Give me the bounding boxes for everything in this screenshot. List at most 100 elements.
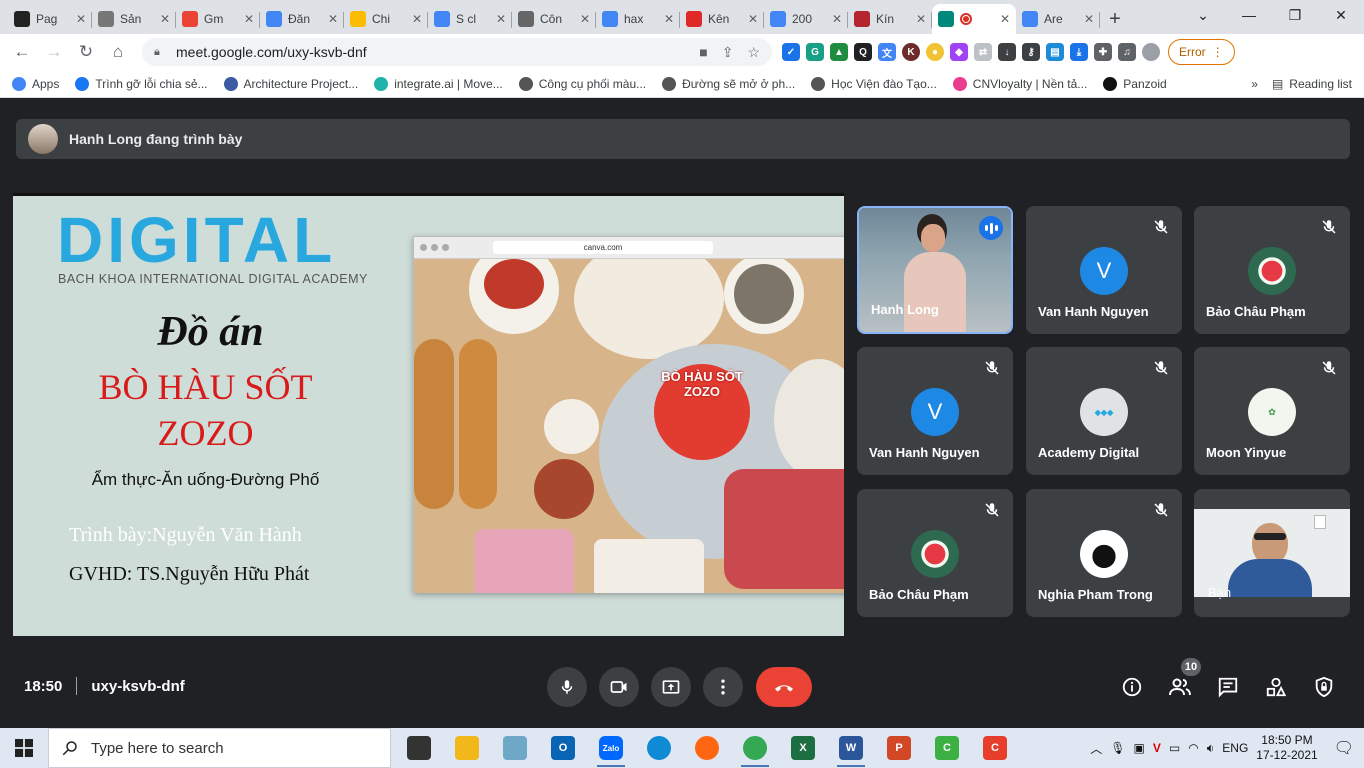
network-status-icon[interactable]: ▣ <box>1134 741 1145 755</box>
taskbar-app[interactable]: X <box>779 728 827 768</box>
tab-search-icon[interactable]: ⌄ <box>1180 0 1226 30</box>
home-button[interactable]: ⌂ <box>102 36 134 68</box>
close-tab-icon[interactable]: ✕ <box>1084 12 1094 26</box>
taskbar-app[interactable] <box>491 728 539 768</box>
extension-gem-icon[interactable]: ◆ <box>950 43 968 61</box>
bookmark-item[interactable]: Học Viện đào Tạo... <box>811 76 937 91</box>
taskbar-search-box[interactable]: Type here to search <box>48 728 391 768</box>
close-tab-icon[interactable]: ✕ <box>664 12 674 26</box>
participant-tile[interactable]: Hanh Long <box>857 206 1013 334</box>
close-tab-icon[interactable]: ✕ <box>832 12 842 26</box>
reading-list-button[interactable]: ▤ Reading list <box>1272 77 1352 91</box>
bookmark-item[interactable]: Đường sẽ mở ở ph... <box>662 76 795 91</box>
browser-tab[interactable]: S cl ✕ <box>428 4 512 34</box>
leave-call-button[interactable] <box>756 667 812 707</box>
browser-tab[interactable]: hax ✕ <box>596 4 680 34</box>
participant-tile[interactable]: Bạn <box>1194 489 1350 617</box>
browser-tab[interactable]: Chi ✕ <box>344 4 428 34</box>
bookmarks-more-button[interactable]: » <box>1251 77 1258 91</box>
extension-check-icon[interactable]: ✓ <box>782 43 800 61</box>
close-tab-icon[interactable]: ✕ <box>1000 12 1010 26</box>
activities-button[interactable] <box>1263 674 1289 700</box>
participant-tile[interactable]: V Van Hanh Nguyen <box>857 347 1013 475</box>
download-icon[interactable]: ↓ <box>998 43 1016 61</box>
close-tab-icon[interactable]: ✕ <box>412 12 422 26</box>
maximize-button[interactable]: ❐ <box>1272 0 1318 30</box>
participant-tile[interactable]: Bảo Châu Phạm <box>1194 206 1350 334</box>
browser-tab[interactable]: Sản ✕ <box>92 4 176 34</box>
browser-tab[interactable]: ✕ <box>932 4 1016 34</box>
host-controls-button[interactable] <box>1311 674 1337 700</box>
extension-search-icon[interactable]: Q <box>854 43 872 61</box>
taskbar-app[interactable] <box>635 728 683 768</box>
bookmark-item[interactable]: Panzoid <box>1103 76 1167 91</box>
back-button[interactable]: ← <box>6 36 38 68</box>
notification-center-icon[interactable]: 🗨︎ <box>1334 738 1354 758</box>
taskbar-app[interactable]: O <box>539 728 587 768</box>
taskbar-app[interactable]: Zalo <box>587 728 635 768</box>
browser-tab[interactable]: Đăn ✕ <box>260 4 344 34</box>
extension-save-icon[interactable]: ⤓ <box>1070 43 1088 61</box>
chat-button[interactable] <box>1215 674 1241 700</box>
bookmark-item[interactable]: Architecture Project... <box>223 76 358 91</box>
browser-tab[interactable]: Pag ✕ <box>8 4 92 34</box>
wifi-icon[interactable]: ◠ <box>1188 741 1198 755</box>
extension-arrows-icon[interactable]: ⇄ <box>974 43 992 61</box>
participant-tile[interactable]: V Van Hanh Nguyen <box>1026 206 1182 334</box>
microphone-tray-icon[interactable]: 🎙︎ <box>1110 741 1125 755</box>
close-tab-icon[interactable]: ✕ <box>76 12 86 26</box>
browser-tab[interactable]: Kên ✕ <box>680 4 764 34</box>
taskbar-clock[interactable]: 18:50 PM 17-12-2021 <box>1256 733 1317 763</box>
participant-tile[interactable]: Bảo Châu Phạm <box>857 489 1013 617</box>
minimize-button[interactable]: — <box>1226 0 1272 30</box>
extension-grammarly-icon[interactable]: G <box>806 43 824 61</box>
more-options-button[interactable] <box>703 667 743 707</box>
extension-key-icon[interactable]: ⚷ <box>1022 43 1040 61</box>
microphone-button[interactable] <box>547 667 587 707</box>
extension-translate-icon[interactable]: 文 <box>878 43 896 61</box>
close-window-button[interactable]: ✕ <box>1318 0 1364 30</box>
camera-indicator-icon[interactable]: ■ <box>699 44 707 61</box>
extension-color-icon[interactable]: ● <box>926 43 944 61</box>
participants-button[interactable] <box>1167 674 1193 700</box>
browser-tab[interactable]: Kín ✕ <box>848 4 932 34</box>
forward-button[interactable]: → <box>38 36 70 68</box>
bookmark-item[interactable]: CNVloyalty | Nền tả... <box>952 76 1087 91</box>
bookmark-item[interactable]: Công cụ phối màu... <box>518 76 646 91</box>
taskbar-app[interactable] <box>443 728 491 768</box>
extension-flag-icon[interactable]: ▲ <box>830 43 848 61</box>
new-tab-button[interactable]: + <box>1100 4 1130 34</box>
volume-icon[interactable]: 🔉︎ <box>1207 741 1215 756</box>
meeting-details-button[interactable] <box>1119 674 1145 700</box>
close-tab-icon[interactable]: ✕ <box>328 12 338 26</box>
taskbar-app[interactable]: W <box>827 728 875 768</box>
language-indicator[interactable]: ENG <box>1222 741 1248 755</box>
close-tab-icon[interactable]: ✕ <box>580 12 590 26</box>
extensions-puzzle-icon[interactable]: ✚ <box>1094 43 1112 61</box>
extension-reader-icon[interactable]: ▤ <box>1046 43 1064 61</box>
browser-tab[interactable]: Gm ✕ <box>176 4 260 34</box>
close-tab-icon[interactable]: ✕ <box>496 12 506 26</box>
participant-tile[interactable]: ✿ Moon Yinyue <box>1194 347 1350 475</box>
close-tab-icon[interactable]: ✕ <box>160 12 170 26</box>
reload-button[interactable]: ↻ <box>70 36 102 68</box>
extension-k-icon[interactable]: K <box>902 43 920 61</box>
media-control-icon[interactable]: ♫ <box>1118 43 1136 61</box>
present-screen-button[interactable] <box>651 667 691 707</box>
start-button[interactable] <box>0 728 48 768</box>
browser-tab[interactable]: 200 ✕ <box>764 4 848 34</box>
close-tab-icon[interactable]: ✕ <box>916 12 926 26</box>
taskbar-app[interactable]: C <box>923 728 971 768</box>
taskbar-app[interactable] <box>683 728 731 768</box>
taskbar-app[interactable] <box>395 728 443 768</box>
vietkey-icon[interactable]: V <box>1153 741 1161 755</box>
taskbar-app[interactable]: P <box>875 728 923 768</box>
browser-tab[interactable]: Are ✕ <box>1016 4 1100 34</box>
close-tab-icon[interactable]: ✕ <box>748 12 758 26</box>
bookmark-item[interactable]: Trình gỡ lỗi chia sẻ... <box>75 76 208 91</box>
bookmark-item[interactable]: Apps <box>12 76 59 91</box>
profile-avatar[interactable] <box>1142 43 1160 61</box>
error-button[interactable]: Error ⋮ <box>1168 39 1235 65</box>
browser-tab[interactable]: Côn ✕ <box>512 4 596 34</box>
bookmark-star-icon[interactable]: ☆ <box>747 44 760 61</box>
